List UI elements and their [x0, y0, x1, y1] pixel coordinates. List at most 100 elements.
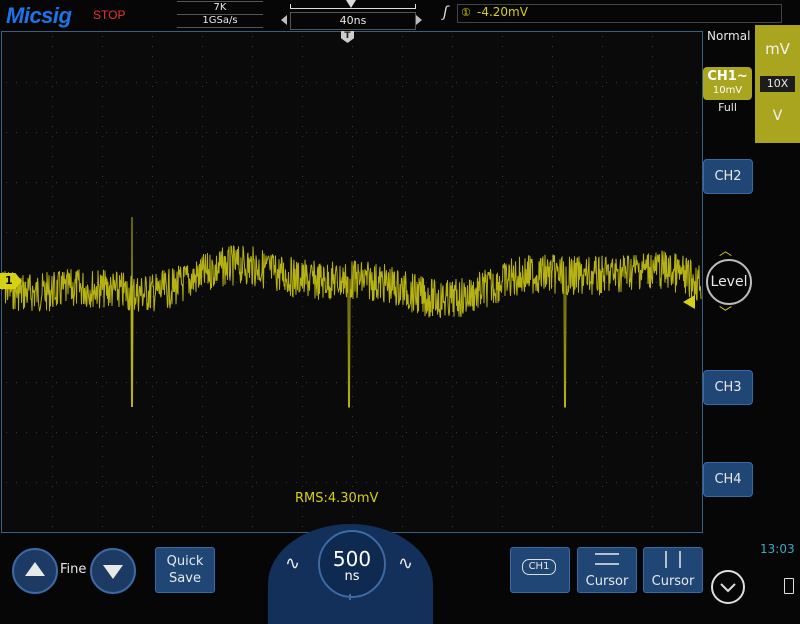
unit-mv-button[interactable]: mV	[755, 40, 800, 58]
grid-dot	[46, 232, 47, 233]
menu-button[interactable]	[711, 570, 745, 604]
grid-dot	[152, 186, 153, 187]
grid-dot	[626, 332, 627, 333]
fine-down-button[interactable]	[90, 548, 136, 594]
grid-dot	[576, 332, 577, 333]
grid-dot	[296, 382, 297, 383]
grid-dot	[516, 132, 517, 133]
vertical-cursor-button[interactable]: Cursor	[643, 547, 703, 593]
timebase-position-value[interactable]: 40ns	[290, 12, 416, 30]
grid-dot	[196, 132, 197, 133]
grid-dot	[356, 132, 357, 133]
grid-dot	[402, 446, 403, 447]
grid-dot	[602, 66, 603, 67]
grid-dot	[16, 182, 17, 183]
grid-dot	[402, 426, 403, 427]
grid-dot	[496, 132, 497, 133]
grid-dot	[652, 496, 653, 497]
grid-dot	[102, 266, 103, 267]
grid-dot	[26, 132, 27, 133]
grid-dot	[576, 482, 577, 483]
grid-dot	[202, 56, 203, 57]
grid-dot	[226, 232, 227, 233]
grid-dot	[126, 332, 127, 333]
grid-dot	[402, 356, 403, 357]
timebase-left-arrow-icon[interactable]	[281, 15, 287, 25]
grid-dot	[626, 382, 627, 383]
grid-dot	[652, 356, 653, 357]
grid-dot	[452, 146, 453, 147]
grid-dot	[506, 232, 507, 233]
waveform-display[interactable]	[1, 31, 703, 533]
ch1-button[interactable]: CH1~ 10mV	[703, 67, 752, 100]
grid-dot	[86, 332, 87, 333]
grid-dot	[426, 282, 427, 283]
grid-dot	[652, 36, 653, 37]
grid-dot	[366, 232, 367, 233]
grid-dot	[552, 176, 553, 177]
grid-dot	[302, 366, 303, 367]
grid-dot	[576, 182, 577, 183]
grid-dot	[416, 232, 417, 233]
grid-dot	[346, 382, 347, 383]
run-state-indicator[interactable]: STOP	[93, 8, 125, 22]
grid-dot	[326, 182, 327, 183]
unit-v-button[interactable]: V	[755, 108, 800, 124]
grid-dot	[302, 216, 303, 217]
grid-dot	[52, 366, 53, 367]
trigger-edge-icon[interactable]: ʃ	[443, 3, 448, 21]
level-knob[interactable]: Level	[706, 259, 752, 305]
grid-dot	[602, 106, 603, 107]
ch2-button[interactable]: CH2	[703, 159, 753, 194]
grid-dot	[652, 446, 653, 447]
grid-dot	[626, 182, 627, 183]
trigger-mode[interactable]: Normal	[707, 29, 750, 43]
ch4-button[interactable]: CH4	[703, 462, 753, 497]
grid-dot	[352, 386, 353, 387]
ch3-button[interactable]: CH3	[703, 370, 753, 405]
grid-dot	[302, 226, 303, 227]
grid-dot	[516, 432, 517, 433]
grid-dot	[352, 56, 353, 57]
grid-dot	[416, 482, 417, 483]
grid-dot	[552, 336, 553, 337]
grid-dot	[302, 296, 303, 297]
grid-dot	[152, 496, 153, 497]
grid-dot	[546, 82, 547, 83]
grid-dot	[546, 332, 547, 333]
grid-dot	[652, 106, 653, 107]
timebase-right-arrow-icon[interactable]	[416, 15, 422, 25]
wave-right-icon[interactable]: ∿	[398, 553, 413, 574]
level-down-icon[interactable]: ﹀	[719, 302, 732, 321]
rms-measurement[interactable]: RMS:4.30mV	[295, 491, 378, 506]
grid-dot	[402, 66, 403, 67]
grid-dot	[416, 132, 417, 133]
quick-save-button[interactable]: Quick Save	[155, 547, 215, 593]
grid-dot	[552, 406, 553, 407]
grid-dot	[236, 232, 237, 233]
grid-dot	[52, 116, 53, 117]
memory-depth[interactable]: 7K	[177, 1, 263, 15]
level-up-icon[interactable]: ︿	[719, 240, 732, 259]
grid-dot	[52, 446, 53, 447]
grid-dot	[102, 316, 103, 317]
grid-dot	[106, 382, 107, 383]
horizontal-cursor-button[interactable]: Cursor	[577, 547, 637, 593]
grid-dot	[356, 182, 357, 183]
wave-left-icon[interactable]: ∿	[285, 553, 300, 574]
grid-dot	[616, 382, 617, 383]
fine-up-button[interactable]	[12, 548, 58, 594]
grid-dot	[452, 56, 453, 57]
grid-dot	[552, 456, 553, 457]
probe-ratio-button[interactable]: 10X	[760, 76, 795, 92]
grid-dot	[602, 416, 603, 417]
grid-dot	[396, 182, 397, 183]
grid-dot	[202, 236, 203, 237]
grid-dot	[366, 82, 367, 83]
grid-dot	[202, 216, 203, 217]
grid-dot	[106, 482, 107, 483]
grid-dot	[156, 432, 157, 433]
grid-dot	[426, 232, 427, 233]
grid-dot	[436, 332, 437, 333]
grid-dot	[316, 432, 317, 433]
